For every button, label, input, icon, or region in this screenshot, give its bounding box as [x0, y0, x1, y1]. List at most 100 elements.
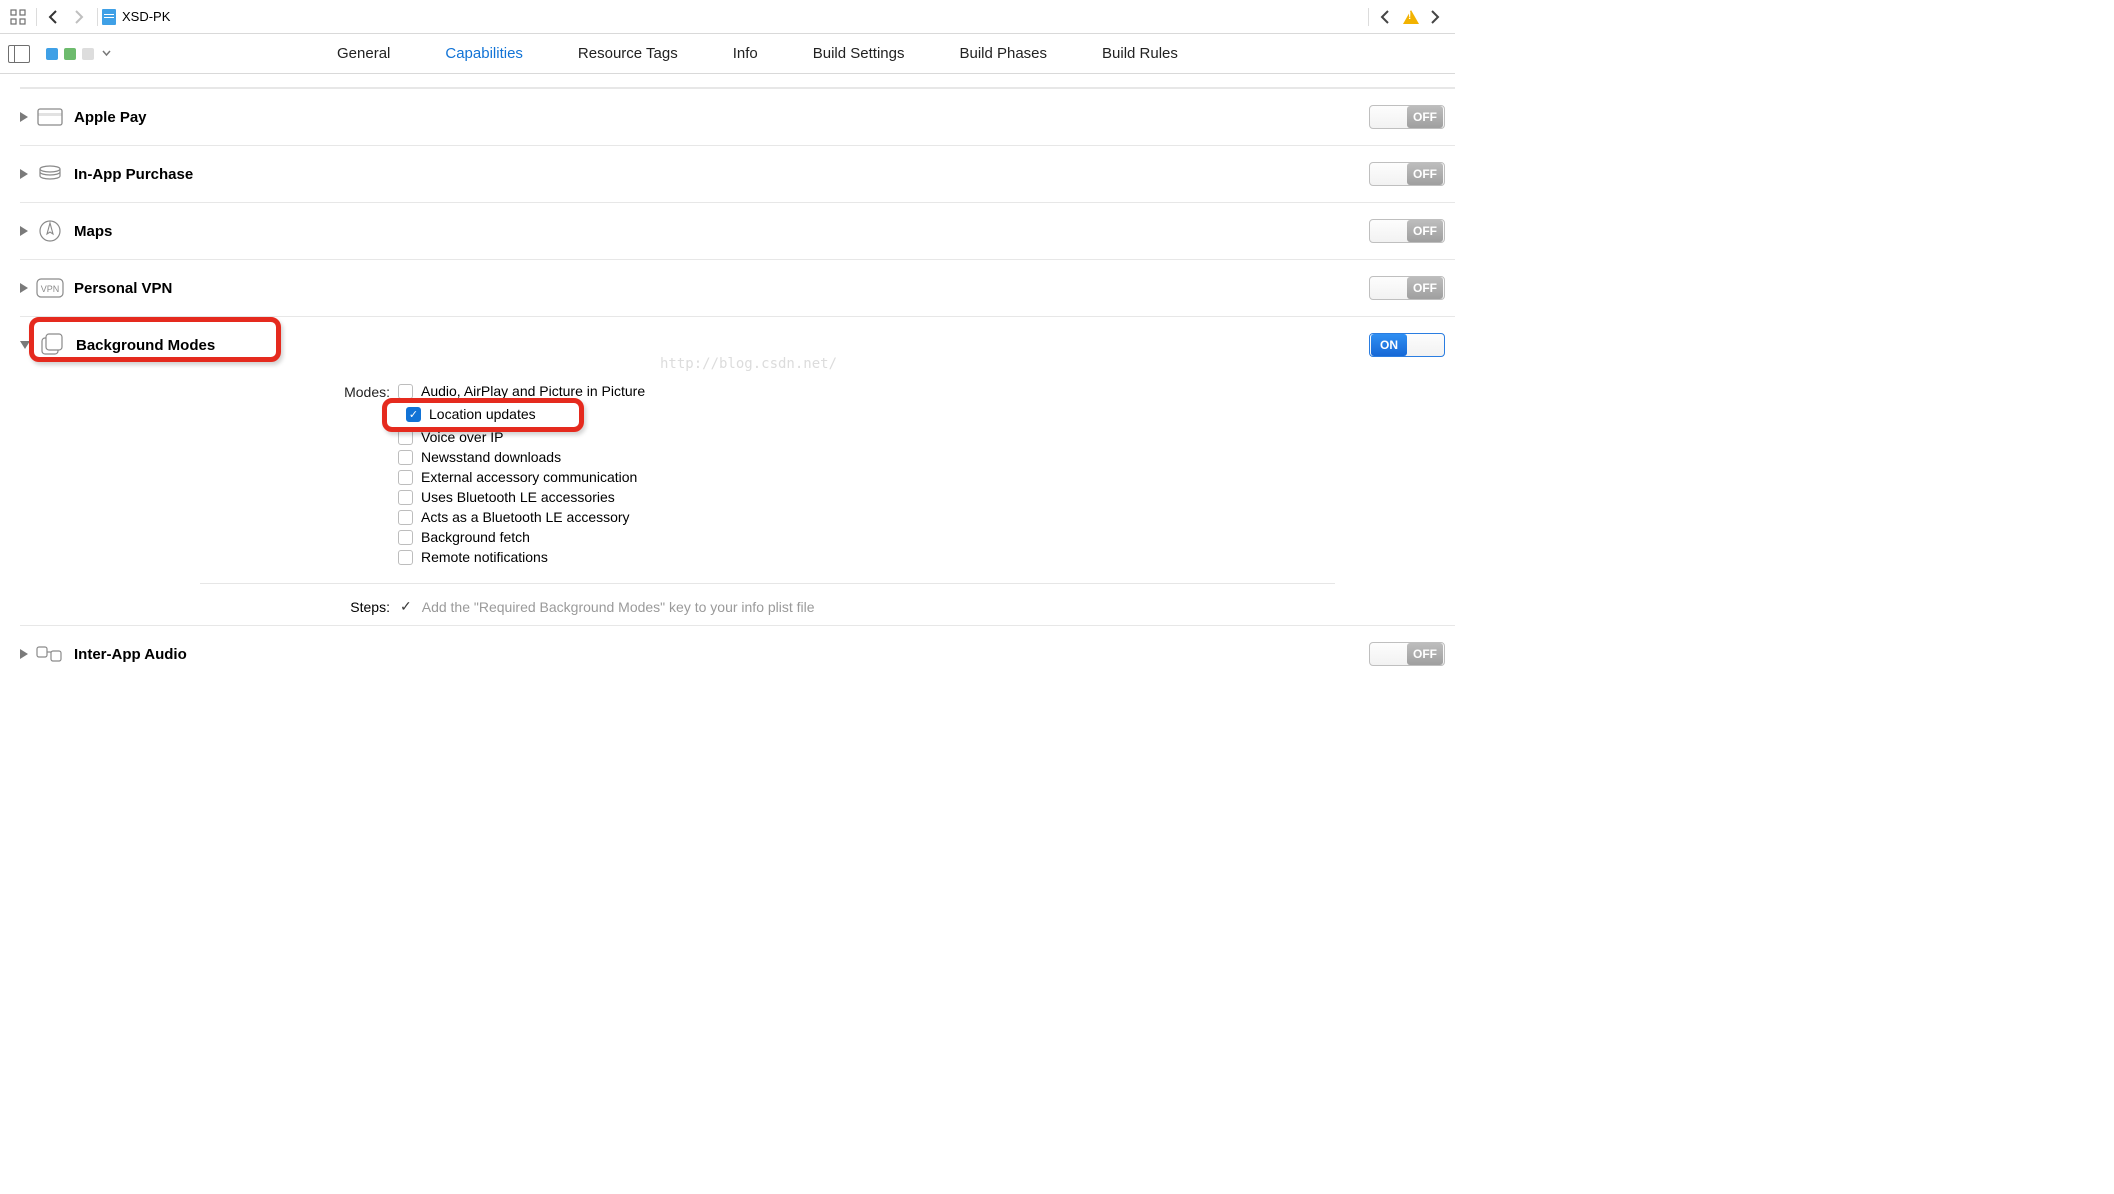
chevron-down-icon: [102, 49, 111, 58]
apple-pay-icon: [36, 103, 64, 131]
disclosure-icon[interactable]: [20, 649, 28, 659]
checkbox-icon[interactable]: [398, 430, 413, 445]
tab-build-phases[interactable]: Build Phases: [959, 45, 1047, 62]
related-items-icon[interactable]: [6, 5, 30, 29]
modes-label: Modes:: [320, 383, 390, 400]
mode-option-audio[interactable]: Audio, AirPlay and Picture in Picture: [398, 383, 645, 399]
next-issue-button[interactable]: [1423, 5, 1447, 29]
mode-option-bg-fetch[interactable]: Background fetch: [398, 529, 645, 545]
capability-row-iap[interactable]: In-App Purchase ON OFF: [20, 145, 1455, 202]
checkbox-icon[interactable]: [398, 530, 413, 545]
capability-row-maps[interactable]: Maps ON OFF: [20, 202, 1455, 259]
capability-title: Background Modes: [76, 337, 215, 354]
modes-option-list: Audio, AirPlay and Picture in Picture Lo…: [398, 383, 645, 565]
separator: [1368, 8, 1369, 26]
mode-label: External accessory communication: [421, 469, 637, 485]
toggle-inter-app-audio[interactable]: ON OFF: [1369, 642, 1445, 666]
toggle-knob: ON: [1371, 334, 1407, 356]
checkbox-icon[interactable]: [398, 384, 413, 399]
capability-row-apple-pay[interactable]: Apple Pay ON OFF OFF: [20, 88, 1455, 145]
mode-label: Background fetch: [421, 529, 530, 545]
mode-option-external-accessory[interactable]: External accessory communication: [398, 469, 645, 485]
prev-issue-button[interactable]: [1373, 5, 1397, 29]
mode-option-remote-notif[interactable]: Remote notifications: [398, 549, 645, 565]
toggle-knob: OFF: [1407, 220, 1443, 242]
toggle-maps[interactable]: ON OFF: [1369, 219, 1445, 243]
checkbox-icon[interactable]: [398, 490, 413, 505]
mode-label: Location updates: [429, 406, 536, 422]
warning-icon[interactable]: [1403, 10, 1419, 24]
mode-option-ble-acts[interactable]: Acts as a Bluetooth LE accessory: [398, 509, 645, 525]
maps-icon: [36, 217, 64, 245]
nav-back-button[interactable]: [41, 5, 65, 29]
tab-build-settings[interactable]: Build Settings: [813, 45, 905, 62]
capability-row-inter-app-audio[interactable]: Inter-App Audio ON OFF: [20, 625, 1455, 682]
capability-row-vpn[interactable]: VPN Personal VPN ON OFF: [20, 259, 1455, 316]
mode-option-ble-uses[interactable]: Uses Bluetooth LE accessories: [398, 489, 645, 505]
tab-capabilities[interactable]: Capabilities: [445, 45, 523, 62]
tab-general[interactable]: General: [337, 45, 390, 62]
tab-build-rules[interactable]: Build Rules: [1102, 45, 1178, 62]
editor-toolbar: XSD-PK: [0, 0, 1455, 34]
disclosure-icon[interactable]: [20, 226, 28, 236]
target-icon: [46, 48, 58, 60]
toggle-knob: OFF: [1407, 277, 1443, 299]
capability-title: Apple Pay: [74, 109, 147, 126]
toggle-knob: OFF: [1407, 106, 1443, 128]
vpn-icon: VPN: [36, 274, 64, 302]
tab-bar: General Capabilities Resource Tags Info …: [0, 34, 1455, 74]
watermark-text: http://blog.csdn.net/: [660, 356, 837, 372]
capability-title: Personal VPN: [74, 280, 172, 297]
checkbox-icon[interactable]: [406, 407, 421, 422]
capability-title: Inter-App Audio: [74, 646, 187, 663]
mode-label: Audio, AirPlay and Picture in Picture: [421, 383, 645, 399]
mode-option-voip[interactable]: Voice over IP: [398, 429, 645, 445]
steps-row: Steps: ✓ Add the "Required Background Mo…: [320, 598, 1455, 615]
steps-text: Add the "Required Background Modes" key …: [422, 599, 815, 615]
toggle-vpn[interactable]: ON OFF: [1369, 276, 1445, 300]
capability-title: In-App Purchase: [74, 166, 193, 183]
target-icon: [82, 48, 94, 60]
capability-title: Maps: [74, 223, 112, 240]
nav-forward-button[interactable]: [67, 5, 91, 29]
toggle-background-modes[interactable]: ON OFF: [1369, 333, 1445, 357]
mode-label: Acts as a Bluetooth LE accessory: [421, 509, 630, 525]
disclosure-icon[interactable]: [20, 341, 30, 349]
background-modes-body: Modes: Audio, AirPlay and Picture in Pic…: [20, 373, 1455, 625]
panel-toggle-icon[interactable]: [8, 45, 30, 63]
mode-label: Voice over IP: [421, 429, 504, 445]
checkbox-icon[interactable]: [398, 470, 413, 485]
mode-label: Remote notifications: [421, 549, 548, 565]
disclosure-icon[interactable]: [20, 283, 28, 293]
mode-option-newsstand[interactable]: Newsstand downloads: [398, 449, 645, 465]
capabilities-list: Apple Pay ON OFF OFF In-App Purchase ON …: [0, 74, 1455, 722]
toggle-knob: OFF: [1407, 163, 1443, 185]
disclosure-icon[interactable]: [20, 112, 28, 122]
checkbox-icon[interactable]: [398, 450, 413, 465]
steps-label: Steps:: [320, 599, 390, 615]
project-name[interactable]: XSD-PK: [122, 9, 170, 24]
mode-label: Uses Bluetooth LE accessories: [421, 489, 615, 505]
mode-label: Newsstand downloads: [421, 449, 561, 465]
svg-text:VPN: VPN: [41, 284, 60, 294]
tab-info[interactable]: Info: [733, 45, 758, 62]
separator: [97, 8, 98, 26]
inter-app-audio-icon: [36, 640, 64, 668]
tab-resource-tags[interactable]: Resource Tags: [578, 45, 678, 62]
toggle-apple-pay[interactable]: ON OFF OFF: [1369, 105, 1445, 129]
toggle-iap[interactable]: ON OFF: [1369, 162, 1445, 186]
target-icon: [64, 48, 76, 60]
checkbox-icon[interactable]: [398, 550, 413, 565]
check-icon: ✓: [400, 598, 412, 615]
divider: [200, 583, 1335, 584]
capability-background-modes-wrap: Background Modes ON OFF http://blog.csdn…: [20, 316, 1455, 625]
background-modes-icon: [38, 331, 66, 359]
iap-icon: [36, 160, 64, 188]
separator: [36, 8, 37, 26]
checkbox-icon[interactable]: [398, 510, 413, 525]
toggle-knob: OFF: [1407, 643, 1443, 665]
project-file-icon: [102, 9, 116, 25]
target-selector[interactable]: [40, 46, 117, 62]
disclosure-icon[interactable]: [20, 169, 28, 179]
mode-option-location[interactable]: Location updates: [392, 403, 645, 425]
